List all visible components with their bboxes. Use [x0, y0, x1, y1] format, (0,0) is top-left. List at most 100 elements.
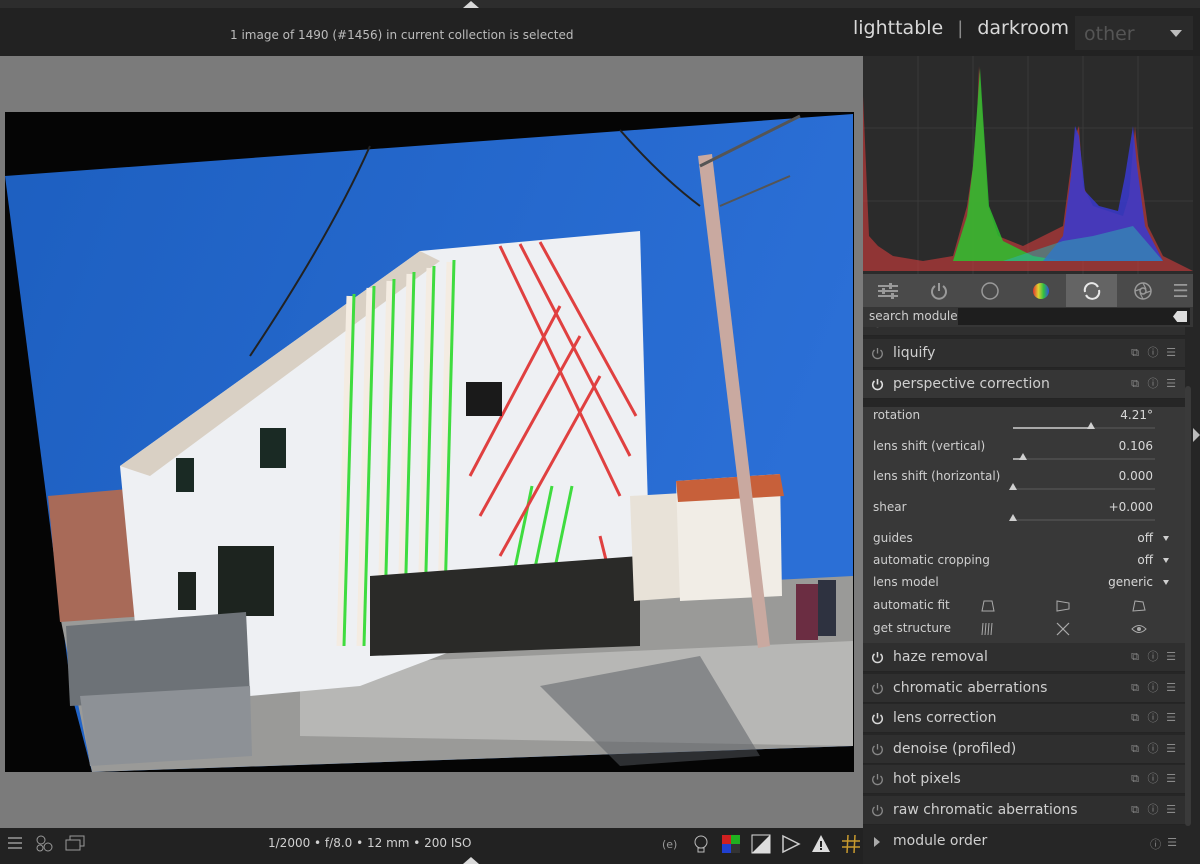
- view-other[interactable]: other: [1084, 23, 1135, 45]
- power-icon[interactable]: [871, 773, 884, 786]
- module-chromatic-aberrations[interactable]: chromatic aberrations ⧉ ⓘ ☰: [863, 674, 1185, 703]
- chevron-down-icon[interactable]: [1163, 558, 1169, 563]
- view-darkroom[interactable]: darkroom: [977, 17, 1069, 39]
- detect-lines-icon[interactable]: [980, 621, 996, 637]
- tab-correct[interactable]: [1066, 274, 1118, 308]
- menu-icon[interactable]: ☰: [1165, 378, 1177, 390]
- chevron-down-icon[interactable]: [1163, 580, 1169, 585]
- module-rotation-partial[interactable]: rotation ⧉ⓘ☰: [863, 327, 1185, 336]
- module-denoise-profiled[interactable]: denoise (profiled) ⧉ ⓘ ☰: [863, 735, 1185, 764]
- reset-icon[interactable]: ⓘ: [1147, 347, 1159, 359]
- guides-grid-icon[interactable]: [840, 833, 862, 855]
- search-module-input[interactable]: [958, 308, 1190, 325]
- second-window-icon[interactable]: [64, 834, 86, 854]
- presets-icon[interactable]: ⧉: [1129, 712, 1141, 724]
- styles-icon[interactable]: [34, 834, 54, 854]
- softproof-icon[interactable]: [720, 833, 742, 855]
- menu-icon[interactable]: ☰: [1167, 836, 1177, 852]
- reset-icon[interactable]: ⓘ: [1147, 773, 1159, 785]
- get-structure-label: get structure: [873, 621, 951, 635]
- image-canvas[interactable]: [0, 56, 863, 828]
- sliders-icon: [878, 283, 899, 299]
- chevron-down-icon[interactable]: [1170, 30, 1182, 37]
- power-icon[interactable]: [871, 682, 884, 695]
- histogram[interactable]: [863, 56, 1193, 274]
- reset-icon[interactable]: ⓘ: [1150, 836, 1161, 852]
- reset-icon[interactable]: ⓘ: [1147, 804, 1159, 816]
- eye-icon[interactable]: [1131, 621, 1147, 637]
- presets-icon[interactable]: ⧉: [1129, 773, 1141, 785]
- guides-value[interactable]: off: [1137, 531, 1153, 545]
- view-lighttable[interactable]: lighttable: [853, 17, 943, 39]
- bulb-icon[interactable]: [690, 833, 712, 855]
- tab-active-modules[interactable]: [914, 274, 965, 308]
- slider-knob[interactable]: [1009, 483, 1017, 490]
- tab-effect[interactable]: [1117, 274, 1168, 308]
- shear-slider[interactable]: [1009, 514, 1155, 521]
- slider-knob[interactable]: [1009, 514, 1017, 521]
- power-on-icon[interactable]: [871, 712, 884, 725]
- fit-horizontal-icon[interactable]: [1055, 598, 1071, 614]
- focus-peaking-icon[interactable]: (e): [660, 833, 682, 855]
- presets-icon[interactable]: ⧉: [1129, 651, 1141, 663]
- reset-icon[interactable]: ⓘ: [1147, 712, 1159, 724]
- fit-vertical-icon[interactable]: [980, 598, 996, 614]
- presets-icon[interactable]: ⧉: [1129, 682, 1141, 694]
- tab-quick-access[interactable]: [863, 274, 914, 308]
- module-raw-chromatic-aberrations[interactable]: raw chromatic aberrations ⧉ ⓘ ☰: [863, 796, 1185, 825]
- menu-icon[interactable]: ☰: [1165, 743, 1177, 755]
- warning-icon[interactable]: [810, 833, 832, 855]
- module-lens-correction[interactable]: lens correction ⧉ ⓘ ☰: [863, 704, 1185, 733]
- slider-knob[interactable]: [1018, 453, 1027, 460]
- fit-both-icon[interactable]: [1131, 598, 1147, 614]
- menu-icon[interactable]: ☰: [1165, 712, 1177, 724]
- automatic-cropping-value[interactable]: off: [1137, 553, 1153, 567]
- collapse-right-arrow-icon[interactable]: [1193, 428, 1200, 442]
- module-liquify[interactable]: liquify ⧉ ⓘ ☰: [863, 339, 1185, 368]
- module-haze-removal[interactable]: haze removal ⧉ ⓘ ☰: [863, 643, 1185, 672]
- lens-model-value[interactable]: generic: [1108, 575, 1153, 589]
- clear-structure-icon[interactable]: [1055, 621, 1071, 637]
- exposure-icon[interactable]: [750, 833, 772, 855]
- rotation-slider[interactable]: [1013, 422, 1155, 429]
- expand-arrow-icon[interactable]: [874, 837, 880, 847]
- presets-icon[interactable]: ⧉: [1129, 743, 1141, 755]
- menu-icon[interactable]: ☰: [1165, 804, 1177, 816]
- lens-shift-vertical-value[interactable]: 0.106: [1119, 439, 1153, 453]
- collapse-top-arrow-icon[interactable]: [463, 1, 479, 8]
- power-icon[interactable]: [871, 347, 884, 360]
- reset-icon[interactable]: ⓘ: [1147, 651, 1159, 663]
- menu-icon[interactable]: ☰: [1165, 682, 1177, 694]
- power-on-icon[interactable]: [871, 651, 884, 664]
- chevron-down-icon[interactable]: [1163, 536, 1169, 541]
- power-on-icon[interactable]: [871, 378, 884, 391]
- lens-shift-horizontal-value[interactable]: 0.000: [1119, 469, 1153, 483]
- module-hot-pixels[interactable]: hot pixels ⧉ ⓘ ☰: [863, 765, 1185, 794]
- power-icon[interactable]: [871, 804, 884, 817]
- rotation-value[interactable]: 4.21°: [1120, 408, 1153, 422]
- presets-icon[interactable]: ⧉: [1129, 347, 1141, 359]
- power-icon[interactable]: [871, 743, 884, 756]
- module-order-row[interactable]: module order ⓘ ☰: [863, 827, 1185, 857]
- module-perspective-correction[interactable]: perspective correction ⧉ ⓘ ☰: [863, 370, 1185, 399]
- gamut-check-icon[interactable]: [780, 833, 802, 855]
- shear-value[interactable]: +0.000: [1109, 500, 1153, 514]
- presets-icon[interactable]: ⧉: [1129, 804, 1141, 816]
- menu-icon[interactable]: ☰: [1165, 773, 1177, 785]
- power-icon[interactable]: [871, 327, 884, 328]
- module-scrollbar[interactable]: [1185, 386, 1191, 826]
- tab-base[interactable]: [965, 274, 1016, 308]
- collapse-bottom-arrow-icon[interactable]: [463, 857, 479, 864]
- slider-knob[interactable]: [1087, 422, 1096, 429]
- lens-shift-vertical-slider[interactable]: [1013, 453, 1155, 460]
- menu-icon[interactable]: ☰: [1168, 274, 1193, 308]
- lens-shift-horizontal-slider[interactable]: [1009, 483, 1155, 490]
- presets-icon[interactable]: ⧉: [1129, 378, 1141, 390]
- menu-icon[interactable]: [6, 834, 24, 852]
- reset-icon[interactable]: ⓘ: [1147, 743, 1159, 755]
- tab-color[interactable]: [1016, 274, 1067, 308]
- reset-icon[interactable]: ⓘ: [1147, 682, 1159, 694]
- reset-icon[interactable]: ⓘ: [1147, 378, 1159, 390]
- menu-icon[interactable]: ☰: [1165, 347, 1177, 359]
- menu-icon[interactable]: ☰: [1165, 651, 1177, 663]
